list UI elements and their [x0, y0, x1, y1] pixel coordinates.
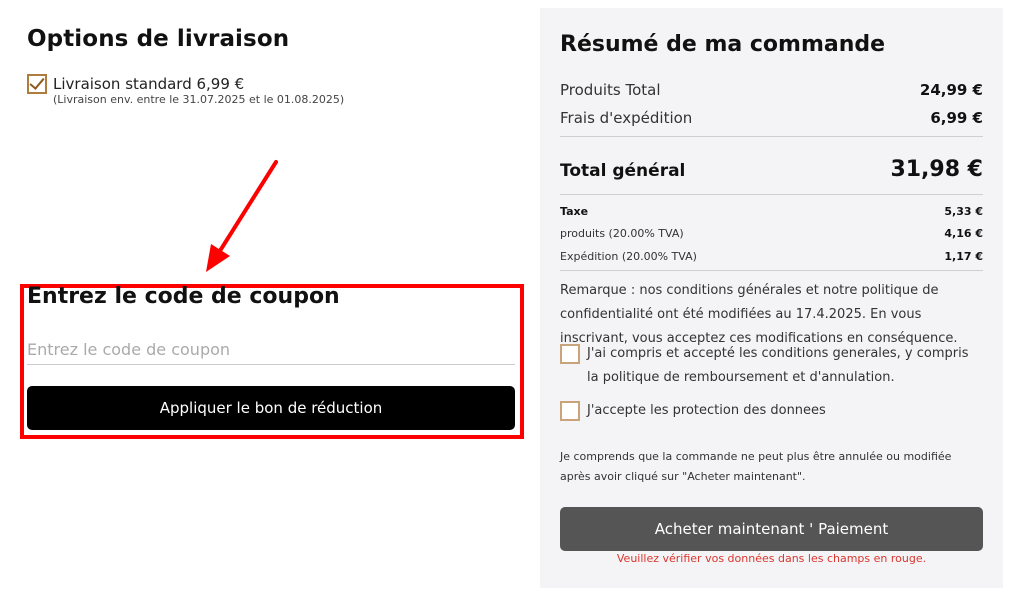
shipping-option-texts: Livraison standard 6,99 € (Livraison env… — [53, 74, 344, 106]
annotation-arrow-icon — [206, 160, 278, 272]
shipping-fee-label: Frais d'expédition — [560, 109, 693, 127]
agree-privacy-option[interactable]: J'accepte les protection des donnees — [560, 399, 983, 423]
products-total-label: Produits Total — [560, 81, 661, 99]
shipping-tva-row: Expédition (20.00% TVA) 1,17 € — [560, 250, 983, 263]
shipping-standard-checkbox[interactable] — [27, 74, 47, 94]
tax-value: 5,33 € — [944, 205, 983, 218]
order-final-notice: Je comprends que la commande ne peut plu… — [560, 450, 952, 483]
left-column: Options de livraison Livraison standard … — [0, 0, 540, 607]
tax-label: Taxe — [560, 205, 589, 218]
check-icon — [29, 74, 45, 90]
products-tva-label: produits (20.00% TVA) — [560, 227, 684, 240]
shipping-fee-row: Frais d'expédition 6,99 € — [560, 109, 983, 127]
agree-terms-checkbox[interactable] — [560, 344, 580, 364]
shipping-option-delivery-window: (Livraison env. entre le 31.07.2025 et l… — [53, 93, 345, 106]
apply-coupon-button[interactable]: Appliquer le bon de réduction — [27, 386, 515, 430]
products-tva-value: 4,16 € — [944, 227, 983, 240]
shipping-fee-value: 6,99 € — [930, 109, 983, 127]
shipping-tva-value: 1,17 € — [944, 250, 983, 263]
shipping-options-title: Options de livraison — [27, 26, 290, 52]
agree-privacy-label: J'accepte les protection des donnees — [587, 403, 826, 418]
products-total-value: 24,99 € — [919, 81, 983, 99]
products-tva-row: produits (20.00% TVA) 4,16 € — [560, 227, 983, 240]
agree-terms-option[interactable]: J'ai compris et accepté les conditions g… — [560, 342, 983, 390]
coupon-code-input[interactable] — [27, 334, 515, 365]
grand-total-value: 31,98 € — [890, 157, 983, 182]
order-summary-title: Résumé de ma commande — [560, 32, 886, 57]
validation-error-message: Veuillez vérifier vos données dans les c… — [616, 552, 927, 565]
shipping-tva-label: Expédition (20.00% TVA) — [560, 250, 697, 263]
terms-remark: Remarque : nos conditions générales et n… — [560, 283, 958, 346]
checkout-page: Options de livraison Livraison standard … — [0, 0, 1024, 607]
tax-row: Taxe 5,33 € — [560, 205, 983, 218]
agree-privacy-checkbox[interactable] — [560, 401, 580, 421]
divider — [560, 270, 983, 271]
grand-total-label: Total général — [560, 161, 686, 181]
shipping-option-label: Livraison standard 6,99 € — [53, 75, 245, 93]
products-total-row: Produits Total 24,99 € — [560, 81, 983, 99]
divider — [560, 136, 983, 137]
shipping-option-standard[interactable]: Livraison standard 6,99 € (Livraison env… — [27, 74, 344, 106]
coupon-title: Entrez le code de coupon — [27, 284, 340, 309]
divider — [560, 194, 983, 195]
buy-now-button[interactable]: Acheter maintenant ' Paiement — [560, 507, 983, 551]
order-summary-panel: Résumé de ma commande Produits Total 24,… — [540, 8, 1003, 588]
agree-terms-label: J'ai compris et accepté les conditions g… — [587, 346, 969, 385]
grand-total-row: Total général 31,98 € — [560, 157, 983, 182]
